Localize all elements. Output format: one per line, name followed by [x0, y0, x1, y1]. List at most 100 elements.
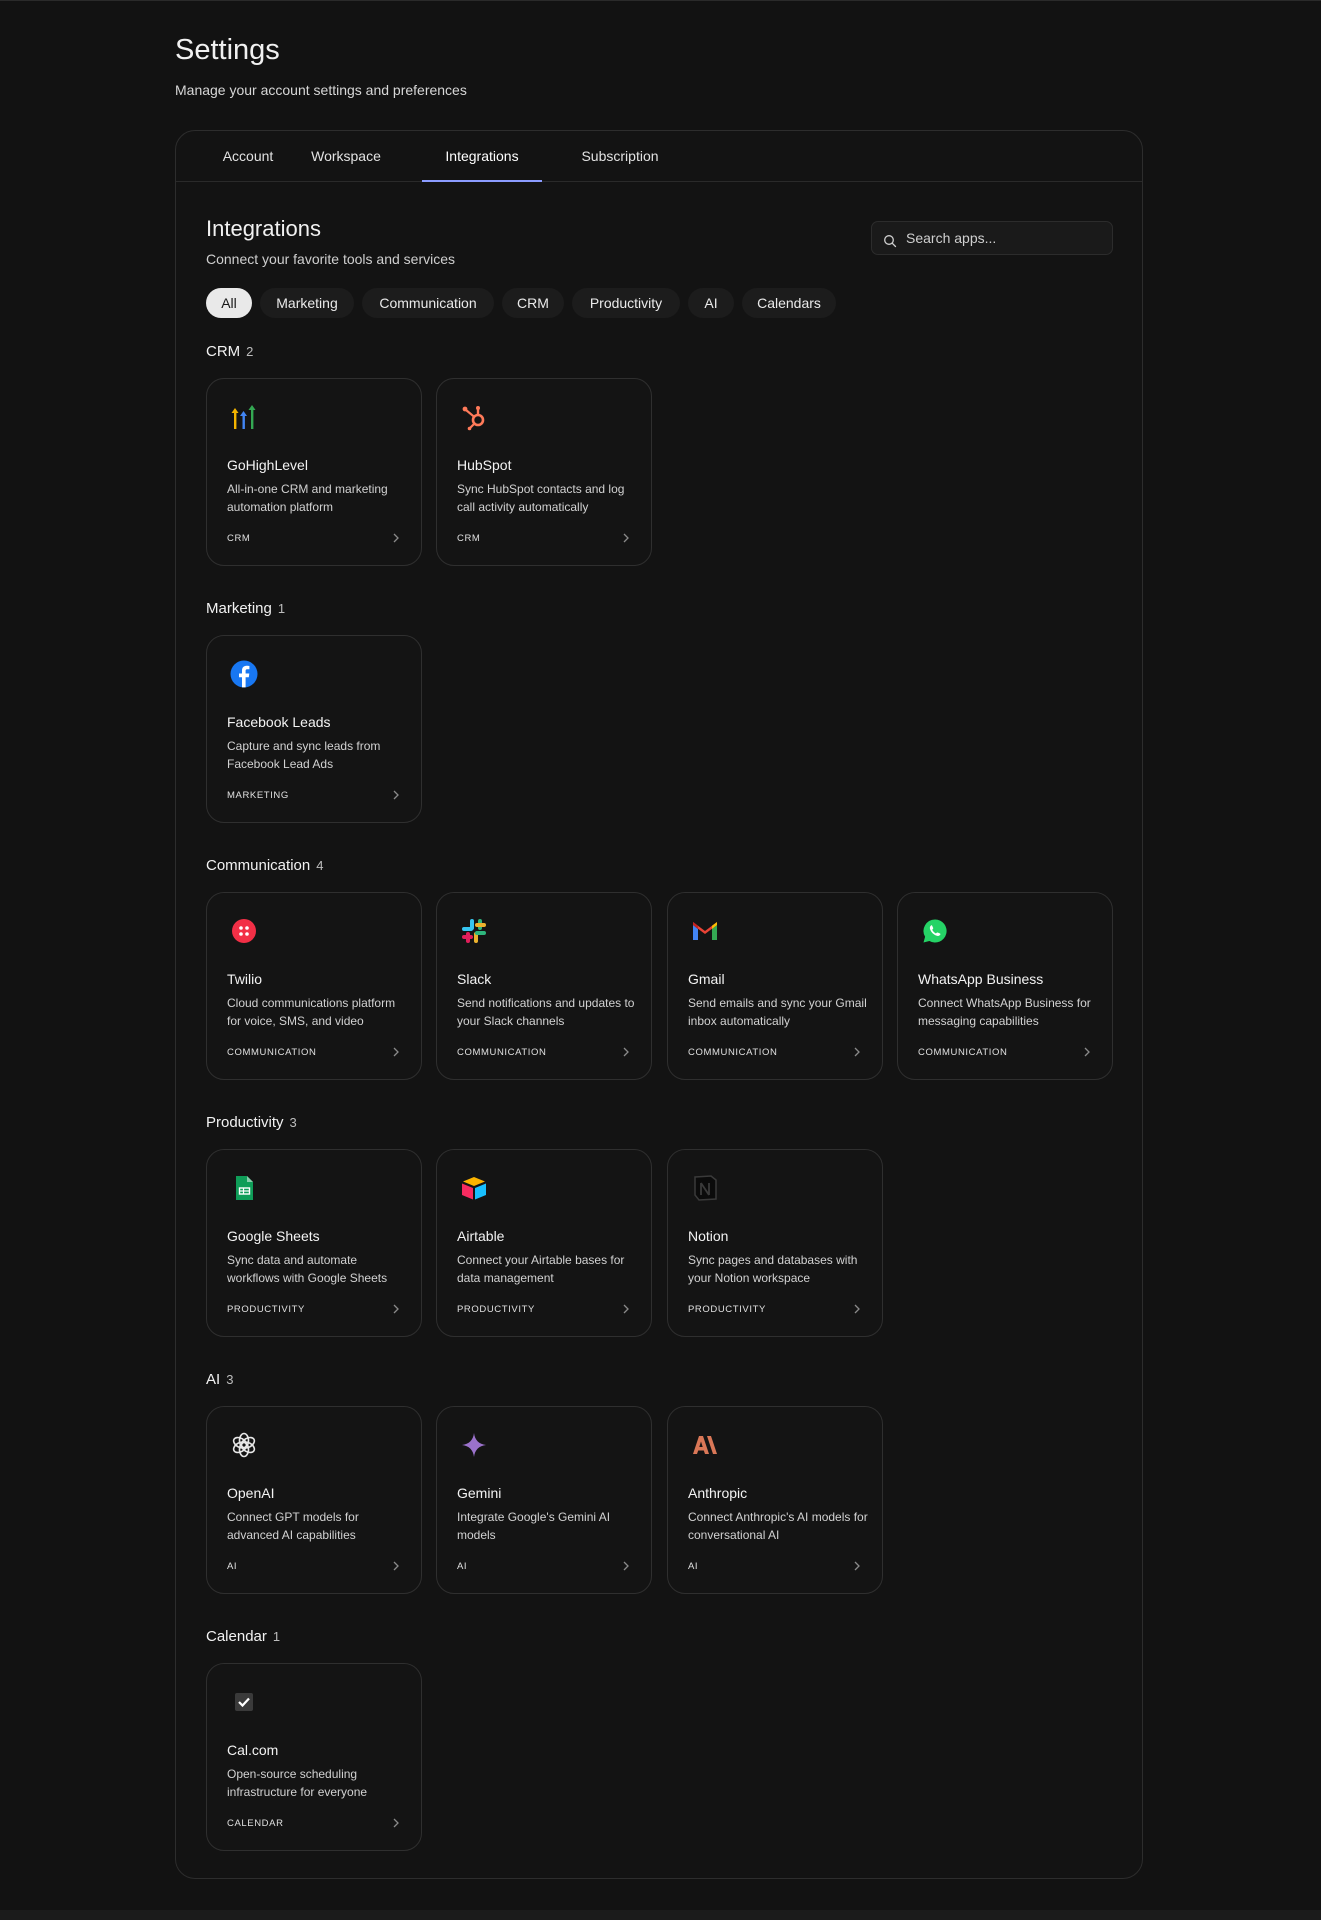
integrations-header: Integrations Connect your favorite tools… — [206, 215, 455, 267]
app-category: CALENDAR — [227, 1818, 284, 1829]
app-category: PRODUCTIVITY — [688, 1304, 766, 1315]
tab-workspace[interactable]: Workspace — [299, 131, 393, 181]
app-name: Gmail — [688, 971, 725, 987]
top-divider — [0, 0, 1321, 1]
section-title-ai: AI 3 — [206, 1371, 233, 1388]
filter-chip-ai[interactable]: AI — [688, 288, 734, 318]
app-category: CRM — [457, 533, 481, 544]
section-title-communication: Communication 4 — [206, 857, 323, 874]
filter-chip-marketing[interactable]: Marketing — [260, 288, 354, 318]
bottom-edge — [0, 1910, 1321, 1920]
chevron-right-icon — [1084, 1047, 1090, 1057]
chevron-right-icon — [393, 1561, 399, 1571]
filter-chip-communication[interactable]: Communication — [362, 288, 494, 318]
chevron-right-icon — [623, 1304, 629, 1314]
app-category: COMMUNICATION — [457, 1047, 547, 1058]
section-label: Communication — [206, 857, 311, 874]
app-card-hubspot[interactable]: HubSpot Sync HubSpot contacts and log ca… — [436, 378, 652, 566]
app-description: Connect Anthropic's AI models for conver… — [688, 1510, 868, 1542]
app-card-gohighlevel[interactable]: GoHighLevel All-in-one CRM and marketing… — [206, 378, 422, 566]
app-description: Capture and sync leads from Facebook Lea… — [227, 739, 381, 771]
section-count: 1 — [272, 1629, 281, 1644]
app-category: PRODUCTIVITY — [227, 1304, 305, 1315]
app-description: All-in-one CRM and marketing automation … — [227, 482, 388, 514]
section-label: Productivity — [206, 1114, 284, 1131]
tab-subscription[interactable]: Subscription — [565, 131, 675, 181]
calcom-icon — [235, 1693, 253, 1711]
app-card-gemini[interactable]: Gemini Integrate Google's Gemini AI mode… — [436, 1406, 652, 1594]
app-name: Notion — [688, 1228, 729, 1244]
filter-chip-calendars[interactable]: Calendars — [742, 288, 836, 318]
app-card-facebook-leads[interactable]: Facebook Leads Capture and sync leads fr… — [206, 635, 422, 823]
anthropic-icon — [693, 1436, 717, 1454]
app-category: CRM — [227, 533, 251, 544]
integrations-description: Connect your favorite tools and services — [206, 251, 456, 267]
app-name: Google Sheets — [227, 1228, 320, 1244]
section-title-marketing: Marketing 1 — [206, 600, 285, 617]
app-category: PRODUCTIVITY — [457, 1304, 535, 1315]
section-label: Calendar — [206, 1628, 267, 1645]
app-description: Send emails and sync your Gmail inbox au… — [688, 996, 867, 1028]
app-name: Cal.com — [227, 1742, 279, 1758]
app-description: Send notifications and updates to your S… — [457, 996, 635, 1028]
chevron-right-icon — [393, 1304, 399, 1314]
page-subtitle: Manage your account settings and prefere… — [175, 82, 467, 98]
section-count: 3 — [226, 1372, 234, 1387]
app-card-slack[interactable]: Slack Send notifications and updates to … — [436, 892, 652, 1080]
tab-account[interactable]: Account — [208, 131, 288, 181]
gmail-icon — [693, 922, 717, 940]
facebook-icon — [230, 660, 258, 688]
filter-chip-crm[interactable]: CRM — [502, 288, 564, 318]
gohighlevel-icon — [231, 405, 256, 429]
search-box[interactable] — [871, 221, 1113, 255]
chevron-right-icon — [623, 1047, 629, 1057]
app-description: Cloud communications platform for voice,… — [227, 996, 396, 1028]
app-name: Anthropic — [688, 1485, 748, 1501]
app-card-openai[interactable]: OpenAI Connect GPT models for advanced A… — [206, 1406, 422, 1594]
app-description: Sync pages and databases with your Notio… — [688, 1253, 858, 1285]
chevron-right-icon — [854, 1047, 860, 1057]
chevron-right-icon — [393, 533, 399, 543]
app-description: Connect GPT models for advanced AI capab… — [227, 1510, 359, 1542]
app-name: GoHighLevel — [227, 457, 308, 473]
app-card-gmail[interactable]: Gmail Send emails and sync your Gmail in… — [667, 892, 883, 1080]
app-card-notion[interactable]: Notion Sync pages and databases with you… — [667, 1149, 883, 1337]
app-card-whatsapp-business[interactable]: WhatsApp Business Connect WhatsApp Busin… — [897, 892, 1113, 1080]
search-input[interactable] — [906, 222, 1106, 254]
app-name: Twilio — [227, 971, 263, 987]
chevron-right-icon — [393, 1818, 399, 1828]
app-category: AI — [457, 1561, 468, 1572]
openai-icon — [232, 1432, 256, 1458]
section-count: 1 — [277, 601, 286, 616]
app-name: Airtable — [457, 1228, 505, 1244]
section-title-productivity: Productivity 3 — [206, 1114, 297, 1131]
section-count: 3 — [289, 1115, 297, 1130]
chevron-right-icon — [393, 790, 399, 800]
search-icon — [884, 235, 897, 248]
whatsapp-icon — [923, 919, 947, 943]
app-description: Connect WhatsApp Business for messaging … — [918, 996, 1091, 1028]
notion-icon — [694, 1175, 717, 1201]
gemini-icon — [462, 1433, 486, 1457]
app-name: OpenAI — [227, 1485, 275, 1501]
chevron-right-icon — [623, 533, 629, 543]
filter-chip-productivity[interactable]: Productivity — [572, 288, 680, 318]
hubspot-icon — [462, 406, 485, 431]
section-label: AI — [206, 1371, 221, 1388]
twilio-icon — [232, 919, 256, 943]
app-card-google-sheets[interactable]: Google Sheets Sync data and automate wor… — [206, 1149, 422, 1337]
app-name: WhatsApp Business — [918, 971, 1044, 987]
app-card-twilio[interactable]: Twilio Cloud communications platform for… — [206, 892, 422, 1080]
section-count: 2 — [246, 344, 254, 359]
app-description: Sync data and automate workflows with Go… — [227, 1253, 388, 1285]
google-sheets-icon — [236, 1176, 253, 1200]
filter-chip-all[interactable]: All — [206, 288, 252, 318]
app-description: Connect your Airtable bases for data man… — [457, 1253, 625, 1285]
app-name: Gemini — [457, 1485, 502, 1501]
app-card-airtable[interactable]: Airtable Connect your Airtable bases for… — [436, 1149, 652, 1337]
app-card-calcom[interactable]: Cal.com Open-source scheduling infrastru… — [206, 1663, 422, 1851]
app-category: MARKETING — [227, 790, 289, 801]
app-category: AI — [688, 1561, 699, 1572]
tab-integrations[interactable]: Integrations — [422, 131, 542, 182]
app-card-anthropic[interactable]: Anthropic Connect Anthropic's AI models … — [667, 1406, 883, 1594]
